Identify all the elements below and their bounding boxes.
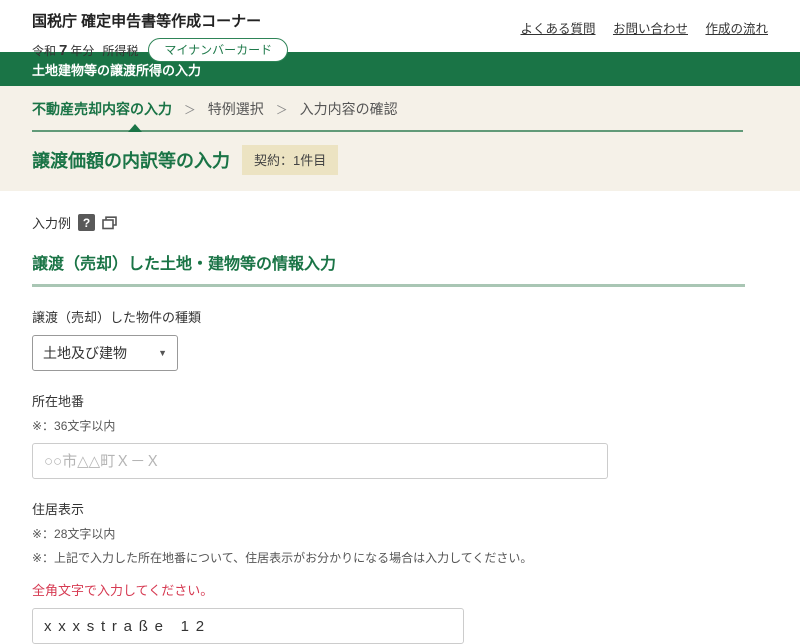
era-label: 令和 (32, 42, 56, 59)
section-bar-title: 土地建物等の譲渡所得の入力 (32, 60, 201, 79)
breadcrumb-separator: ＞ (276, 103, 288, 117)
era-year: 7 (59, 42, 67, 59)
property-type-select[interactable]: 土地及び建物 ▼ (32, 335, 178, 371)
app-title: 国税庁 確定申告書等作成コーナー (32, 10, 288, 31)
input-example-row: 入力例 ? (32, 213, 768, 232)
header-left: 国税庁 確定申告書等作成コーナー 令和 7 年分 所得税 マイナンバーカード (32, 6, 288, 52)
breadcrumb: 不動産売却内容の入力 ＞ 特例選択 ＞ 入力内容の確認 (32, 99, 743, 132)
lot-number-note: ※：36文字以内 (32, 417, 768, 434)
header: 国税庁 確定申告書等作成コーナー 令和 7 年分 所得税 マイナンバーカード よ… (0, 0, 800, 52)
address-group: 住居表示 ※：28文字以内 ※：上記で入力した所在地番について、住居表示がお分か… (32, 499, 768, 644)
open-new-window-icon[interactable] (102, 216, 117, 230)
lot-number-label: 所在地番 (32, 391, 768, 410)
main-content: 入力例 ? 譲渡（売却）した土地・建物等の情報入力 譲渡（売却）した物件の種類 … (0, 191, 800, 644)
title-band: 不動産売却内容の入力 ＞ 特例選択 ＞ 入力内容の確認 譲渡価額の内訳等の入力 … (0, 86, 800, 191)
input-example-label: 入力例 (32, 213, 71, 232)
lot-number-input[interactable] (32, 443, 608, 479)
header-links: よくある質問 お問い合わせ 作成の流れ (506, 18, 768, 52)
chevron-down-icon: ▼ (158, 348, 167, 358)
tax-type-label: 所得税 (102, 42, 138, 59)
contract-count-badge: 契約：1件目 (242, 145, 338, 175)
page-title: 譲渡価額の内訳等の入力 (32, 147, 230, 173)
breadcrumb-step-special: 特例選択 (208, 101, 264, 117)
property-type-label: 譲渡（売却）した物件の種類 (32, 307, 768, 326)
mynumber-card-badge: マイナンバーカード (148, 38, 288, 62)
breadcrumb-separator: ＞ (184, 103, 196, 117)
section-title: 譲渡（売却）した土地・建物等の情報入力 (32, 250, 745, 287)
tax-year-row: 令和 7 年分 所得税 マイナンバーカード (32, 38, 288, 62)
breadcrumb-step-confirm: 入力内容の確認 (300, 101, 398, 117)
contact-link[interactable]: お問い合わせ (613, 22, 688, 36)
address-label: 住居表示 (32, 499, 768, 518)
property-type-value: 土地及び建物 (43, 343, 127, 363)
address-note-1: ※：28文字以内 (32, 525, 768, 542)
breadcrumb-active-pointer-icon (128, 124, 142, 132)
flow-link[interactable]: 作成の流れ (705, 22, 768, 36)
address-note-2: ※：上記で入力した所在地番について、住居表示がお分かりになる場合は入力してくださ… (32, 549, 768, 566)
breadcrumb-step-sale-input: 不動産売却内容の入力 (32, 101, 172, 117)
address-input[interactable] (32, 608, 464, 644)
era-year-suffix: 年分 (70, 42, 94, 59)
faq-link[interactable]: よくある質問 (520, 22, 595, 36)
property-type-group: 譲渡（売却）した物件の種類 土地及び建物 ▼ (32, 307, 768, 371)
lot-number-group: 所在地番 ※：36文字以内 (32, 391, 768, 479)
help-question-icon[interactable]: ? (78, 214, 95, 231)
address-error-message: 全角文字で入力してください。 (32, 580, 768, 599)
page-title-row: 譲渡価額の内訳等の入力 契約：1件目 (32, 145, 768, 175)
